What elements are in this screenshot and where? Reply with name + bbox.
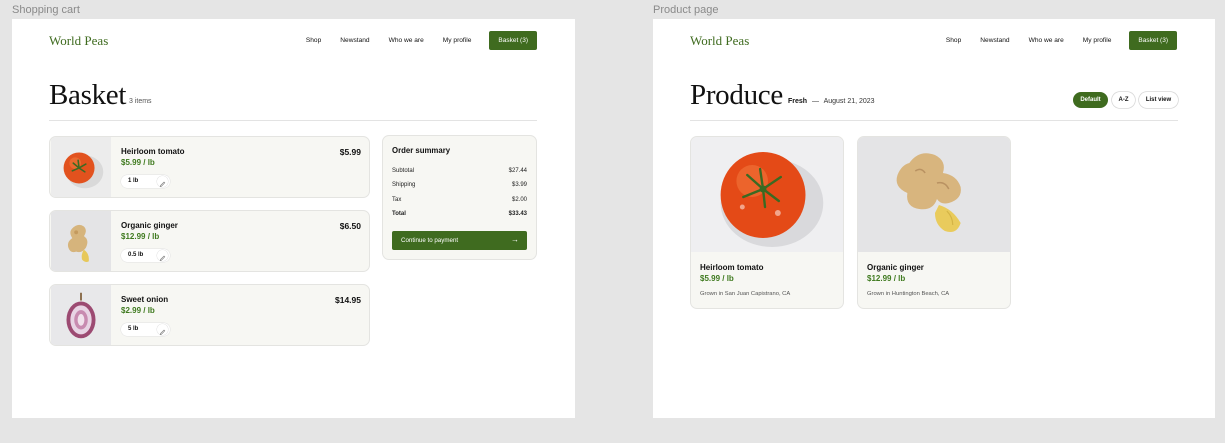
nav-link-who-we-are[interactable]: Who we are xyxy=(1029,37,1064,44)
quantity-chip[interactable]: 0.5 lb xyxy=(121,249,170,262)
summary-title: Order summary xyxy=(392,146,451,155)
item-total: $14.95 xyxy=(335,295,361,305)
item-total: $6.50 xyxy=(339,221,361,231)
summary-value: $27.44 xyxy=(508,168,527,174)
divider xyxy=(49,120,537,121)
item-count: 3 items xyxy=(129,98,152,105)
nav-links: Shop Newstand Who we are My profile Bask… xyxy=(927,31,1177,50)
nav-link-shop[interactable]: Shop xyxy=(306,37,321,44)
summary-label: Subtotal xyxy=(392,168,415,174)
summary-row-subtotal: Subtotal $27.44 xyxy=(392,168,527,174)
divider xyxy=(690,120,1178,121)
nav-link-my-profile[interactable]: My profile xyxy=(1083,37,1112,44)
filter-list-view[interactable]: List view xyxy=(1139,92,1178,108)
cart-item: Sweet onion $2.99 / lb $14.95 5 lb xyxy=(49,284,370,346)
nav-link-shop[interactable]: Shop xyxy=(946,37,961,44)
frame-label-shopping-cart: Shopping cart xyxy=(12,4,80,16)
product-price: $12.99 / lb xyxy=(867,274,906,283)
summary-label: Tax xyxy=(392,197,402,203)
subtitle-category: Fresh xyxy=(788,98,808,105)
ginger-image xyxy=(51,211,111,271)
product-card[interactable]: Organic ginger $12.99 / lb Grown in Hunt… xyxy=(857,136,1011,309)
pencil-icon[interactable] xyxy=(157,324,168,336)
nav-link-newstand[interactable]: Newstand xyxy=(340,37,369,44)
basket-button[interactable]: Basket (3) xyxy=(1129,31,1177,50)
summary-row-tax: Tax $2.00 xyxy=(392,197,527,203)
page-subtitle: Fresh — August 21, 2023 xyxy=(788,98,875,105)
product-name: Organic ginger xyxy=(867,263,924,272)
cart-item: Heirloom tomato $5.99 / lb $5.99 1 lb xyxy=(49,136,370,198)
onion-image xyxy=(51,285,111,345)
product-price: $5.99 / lb xyxy=(700,274,734,283)
summary-row-shipping: Shipping $3.99 xyxy=(392,182,527,188)
payment-button-label: Continue to payment xyxy=(401,237,459,244)
product-origin: Grown in Huntington Beach, CA xyxy=(867,291,950,297)
quantity-value: 1 lb xyxy=(128,178,139,184)
logo[interactable]: World Peas xyxy=(49,33,108,49)
nav-link-who-we-are[interactable]: Who we are xyxy=(389,37,424,44)
item-unit-price: $5.99 / lb xyxy=(121,158,155,167)
product-page-frame: World Peas Shop Newstand Who we are My p… xyxy=(653,19,1215,418)
page-title: Produce xyxy=(690,79,783,111)
subtitle-separator: — xyxy=(812,98,820,105)
summary-label: Total xyxy=(392,211,406,217)
summary-value: $3.99 xyxy=(511,182,527,188)
shopping-cart-frame: World Peas Shop Newstand Who we are My p… xyxy=(12,19,575,418)
summary-row-total: Total $33.43 xyxy=(392,211,527,217)
nav-links: Shop Newstand Who we are My profile Bask… xyxy=(287,31,537,50)
tomato-image xyxy=(691,137,843,252)
subtitle-date: August 21, 2023 xyxy=(823,98,875,105)
tomato-image xyxy=(51,137,111,197)
item-name: Sweet onion xyxy=(121,295,169,304)
continue-to-payment-button[interactable]: Continue to payment → xyxy=(392,231,527,250)
pencil-icon[interactable] xyxy=(157,250,168,262)
filter-a-z[interactable]: A-Z xyxy=(1112,92,1135,108)
page-title: Basket xyxy=(49,79,127,111)
quantity-value: 0.5 lb xyxy=(128,252,144,258)
nav-link-newstand[interactable]: Newstand xyxy=(980,37,1009,44)
product-origin: Grown in San Juan Capistrano, CA xyxy=(700,291,791,297)
summary-value: $2.00 xyxy=(511,197,527,203)
basket-button[interactable]: Basket (3) xyxy=(489,31,537,50)
logo[interactable]: World Peas xyxy=(690,33,749,49)
quantity-chip[interactable]: 5 lb xyxy=(121,323,170,336)
filter-default[interactable]: Default xyxy=(1073,92,1108,108)
quantity-value: 5 lb xyxy=(128,326,139,332)
cart-item: Organic ginger $12.99 / lb $6.50 0.5 lb xyxy=(49,210,370,272)
frame-label-product-page: Product page xyxy=(653,4,719,16)
ginger-image xyxy=(858,137,1010,252)
summary-value: $33.43 xyxy=(508,211,527,217)
order-summary: Order summary Subtotal $27.44 Shipping $… xyxy=(382,135,537,260)
quantity-chip[interactable]: 1 lb xyxy=(121,175,170,188)
item-unit-price: $2.99 / lb xyxy=(121,306,155,315)
item-name: Organic ginger xyxy=(121,221,178,230)
top-nav: World Peas Shop Newstand Who we are My p… xyxy=(49,31,537,50)
arrow-right-icon: → xyxy=(511,235,519,244)
product-card[interactable]: Heirloom tomato $5.99 / lb Grown in San … xyxy=(690,136,844,309)
nav-link-my-profile[interactable]: My profile xyxy=(443,37,472,44)
item-unit-price: $12.99 / lb xyxy=(121,232,160,241)
product-name: Heirloom tomato xyxy=(700,263,764,272)
pencil-icon[interactable] xyxy=(157,176,168,188)
summary-label: Shipping xyxy=(392,182,416,188)
item-name: Heirloom tomato xyxy=(121,147,185,156)
top-nav: World Peas Shop Newstand Who we are My p… xyxy=(690,31,1177,50)
item-total: $5.99 xyxy=(339,147,361,157)
